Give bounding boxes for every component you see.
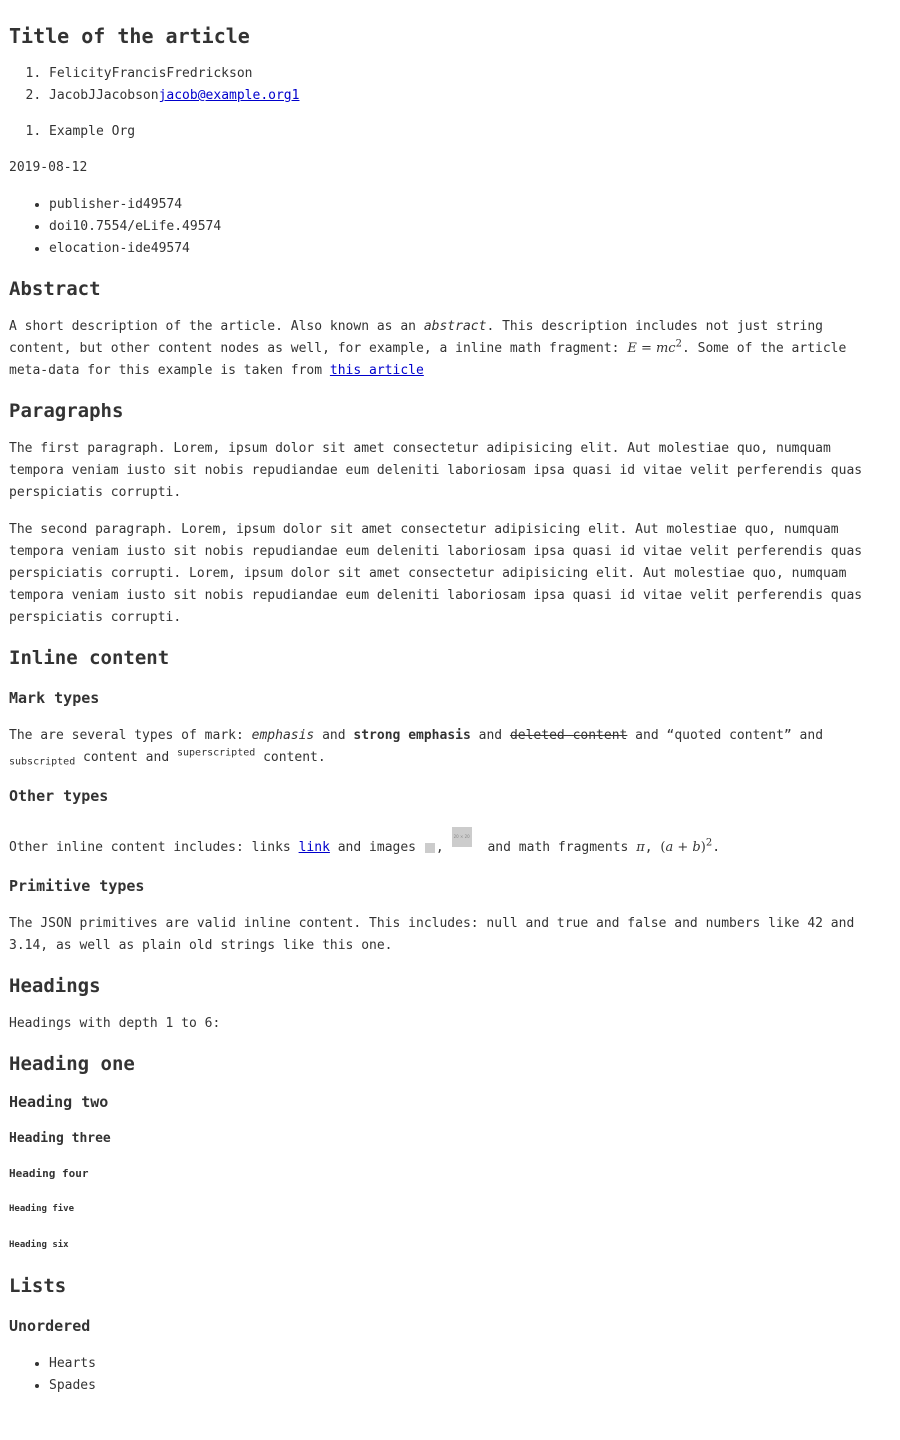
author-item: FelicityFrancisFredrickson	[49, 63, 891, 85]
text: and images	[329, 840, 424, 855]
text: ,	[435, 840, 444, 855]
math-fragment: E = mc2	[627, 339, 682, 356]
lists-heading: Lists	[9, 1275, 67, 1297]
math-pi: π	[636, 840, 645, 855]
text: and math fragments	[479, 840, 637, 855]
mark-types-paragraph: The are several types of mark: emphasis …	[9, 725, 891, 769]
other-types-heading: Other types	[9, 787, 109, 805]
math-op: +	[673, 840, 693, 855]
article: Title of the article FelicityFrancisFred…	[0, 0, 900, 1397]
author-item: JacobJJacobsonjacob@example.org1	[49, 85, 891, 107]
unordered-heading: Unordered	[9, 1317, 91, 1335]
inline-image-large	[451, 827, 472, 847]
text: The are several types of mark:	[9, 728, 252, 743]
author-name: FelicityFrancisFredrickson	[49, 66, 253, 81]
text: and “quoted content” and	[627, 728, 824, 743]
text: and	[314, 728, 354, 743]
paragraphs-heading: Paragraphs	[9, 400, 124, 422]
paragraph-second: The second paragraph. Lorem, ipsum dolor…	[9, 522, 863, 625]
article-title: Title of the article	[9, 24, 250, 48]
author-list: FelicityFrancisFredrickson JacobJJacobso…	[9, 63, 891, 107]
subscript-text: subscripted	[9, 756, 76, 768]
math-var: E	[627, 341, 637, 356]
inline-link[interactable]: link	[299, 840, 330, 855]
primitive-types-paragraph: The JSON primitives are valid inline con…	[9, 916, 855, 953]
heading-three: Heading three	[9, 1131, 111, 1146]
text: Other inline content includes: links	[9, 840, 299, 855]
heading-five: Heading five	[9, 1204, 75, 1214]
affiliation-list: Example Org	[9, 121, 891, 143]
abstract-text: A short description of the article. Also…	[9, 319, 424, 334]
math-op: =	[636, 341, 656, 356]
abstract-emphasis: abstract	[423, 319, 487, 334]
strong-text: strong emphasis	[353, 728, 471, 743]
abstract-source-link[interactable]: this article	[330, 363, 424, 378]
publication-date: 2019-08-12	[9, 160, 88, 175]
identifier-list: publisher-id49574 doi10.7554/eLife.49574…	[9, 194, 891, 260]
other-types-paragraph: Other inline content includes: links lin…	[9, 827, 891, 859]
paragraph-first: The first paragraph. Lorem, ipsum dolor …	[9, 441, 863, 500]
headings-intro: Headings with depth 1 to 6:	[9, 1016, 221, 1031]
abstract-heading: Abstract	[9, 278, 101, 300]
identifier-item: doi10.7554/eLife.49574	[49, 216, 891, 238]
heading-two: Heading two	[9, 1093, 109, 1111]
text: content and	[75, 750, 177, 765]
identifier-item: elocation-ide49574	[49, 238, 891, 260]
heading-four: Heading four	[9, 1167, 89, 1180]
list-item: Hearts	[49, 1353, 891, 1375]
affiliation-item: Example Org	[49, 121, 891, 143]
inline-content-heading: Inline content	[9, 647, 170, 669]
identifier-item: publisher-id49574	[49, 194, 891, 216]
text: ,	[644, 840, 661, 855]
text: and	[470, 728, 510, 743]
heading-one: Heading one	[9, 1053, 135, 1075]
unordered-list: Hearts Spades	[9, 1353, 891, 1397]
author-email-link[interactable]: jacob@example.org1	[159, 88, 300, 103]
mark-types-heading: Mark types	[9, 689, 100, 707]
inline-image-small	[424, 842, 435, 853]
superscript-text: superscripted	[176, 747, 256, 759]
headings-heading: Headings	[9, 975, 101, 997]
math-var: mc	[655, 341, 676, 356]
text: content.	[255, 750, 326, 765]
math-var: b	[692, 840, 701, 855]
heading-six: Heading six	[9, 1240, 69, 1250]
text: .	[712, 840, 721, 855]
list-item: Spades	[49, 1375, 891, 1397]
deleted-text: deleted content	[509, 728, 628, 743]
math-fragment: (a + b)2	[660, 838, 712, 855]
abstract-paragraph: A short description of the article. Also…	[9, 316, 891, 382]
emphasis-text: emphasis	[251, 728, 315, 743]
author-name: JacobJJacobson	[49, 88, 159, 103]
primitive-types-heading: Primitive types	[9, 877, 145, 895]
